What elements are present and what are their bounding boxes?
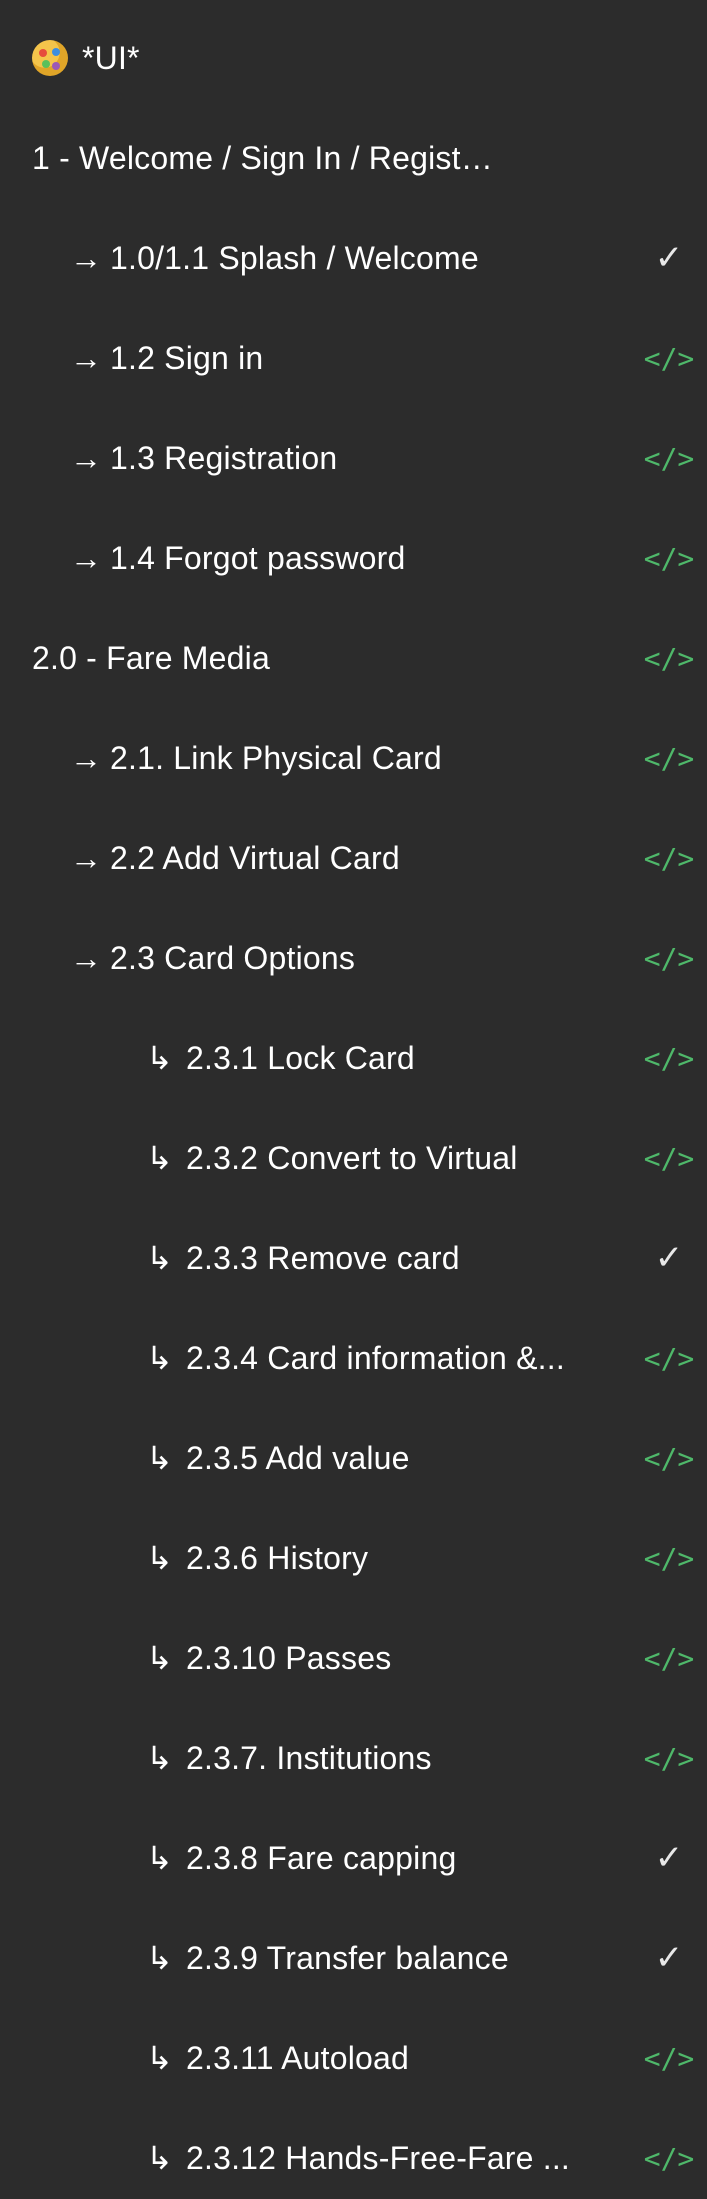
page-label: 1.4 Forgot password — [110, 539, 406, 576]
page-item-add-virtual-card[interactable]: → 2.2 Add Virtual Card </> — [0, 808, 707, 908]
code-icon: </> — [643, 2041, 695, 2075]
code-icon: </> — [643, 941, 695, 975]
code-icon: </> — [643, 341, 695, 375]
sub-arrow-icon: ↳ — [146, 1740, 173, 1776]
arrow-right-icon: → — [70, 739, 102, 776]
code-icon: </> — [643, 641, 695, 675]
page-label: 2.3.12 Hands-Free-Fare ... — [186, 2139, 571, 2176]
pages-panel: *UI* 1 - Welcome / Sign In / Registratio… — [0, 0, 707, 2199]
sub-arrow-icon: ↳ — [146, 1340, 173, 1376]
arrow-right-icon: → — [70, 339, 102, 376]
page-header-ui[interactable]: *UI* — [0, 8, 707, 108]
sub-arrow-icon: ↳ — [146, 1240, 173, 1276]
page-item-registration[interactable]: → 1.3 Registration </> — [0, 408, 707, 508]
arrow-right-icon: → — [70, 239, 102, 276]
code-icon: </> — [643, 1741, 695, 1775]
code-icon: </> — [643, 1141, 695, 1175]
sub-arrow-icon: ↳ — [146, 1040, 173, 1076]
page-item-convert-to-virtual[interactable]: ↳ 2.3.2 Convert to Virtual </> — [0, 1108, 707, 1208]
page-label: 2.3.11 Autoload — [186, 2039, 410, 2076]
page-item-hands-free-fare[interactable]: ↳ 2.3.12 Hands-Free-Fare ... </> — [0, 2108, 707, 2199]
page-item-passes[interactable]: ↳ 2.3.10 Passes </> — [0, 1608, 707, 1708]
page-label: 2.2 Add Virtual Card — [110, 839, 400, 876]
section-fare-media[interactable]: 2.0 - Fare Media </> — [0, 608, 707, 708]
arrow-right-icon: → — [70, 839, 102, 876]
section-welcome[interactable]: 1 - Welcome / Sign In / Registration — [0, 108, 707, 208]
page-item-link-physical-card[interactable]: → 2.1. Link Physical Card </> — [0, 708, 707, 808]
code-icon: </> — [643, 741, 695, 775]
code-icon: </> — [643, 1541, 695, 1575]
code-icon: </> — [643, 2141, 695, 2175]
page-label: 2.3.5 Add value — [186, 1439, 410, 1476]
page-label: 1.2 Sign in — [110, 339, 264, 376]
palette-icon — [32, 40, 68, 76]
page-item-splash-welcome[interactable]: → 1.0/1.1 Splash / Welcome ✓ — [0, 208, 707, 308]
sub-arrow-icon: ↳ — [146, 1440, 173, 1476]
arrow-right-icon: → — [70, 939, 102, 976]
page-label: 1.0/1.1 Splash / Welcome — [110, 239, 479, 276]
page-item-transfer-balance[interactable]: ↳ 2.3.9 Transfer balance ✓ — [0, 1908, 707, 2008]
page-label: 2.3.7. Institutions — [186, 1739, 432, 1776]
page-item-add-value[interactable]: ↳ 2.3.5 Add value </> — [0, 1408, 707, 1508]
page-label: 2.3.3 Remove card — [186, 1239, 460, 1276]
page-label: 2.3.4 Card information &... — [186, 1339, 565, 1376]
page-label: 2.3.9 Transfer balance — [186, 1939, 509, 1976]
code-icon: </> — [643, 841, 695, 875]
code-icon: </> — [643, 1041, 695, 1075]
page-label: 2.3.1 Lock Card — [186, 1039, 415, 1076]
page-item-fare-capping[interactable]: ↳ 2.3.8 Fare capping ✓ — [0, 1808, 707, 1908]
page-label: 2.3.10 Passes — [186, 1639, 392, 1676]
page-label: 2.3.6 History — [186, 1539, 369, 1576]
arrow-right-icon: → — [70, 439, 102, 476]
page-item-institutions[interactable]: ↳ 2.3.7. Institutions </> — [0, 1708, 707, 1808]
code-icon: </> — [643, 541, 695, 575]
page-label: 2.3 Card Options — [110, 939, 356, 976]
check-icon: ✓ — [654, 1938, 684, 1978]
page-item-remove-card[interactable]: ↳ 2.3.3 Remove card ✓ — [0, 1208, 707, 1308]
sub-arrow-icon: ↳ — [146, 1540, 173, 1576]
sub-arrow-icon: ↳ — [146, 1640, 173, 1676]
page-label: 2.1. Link Physical Card — [110, 739, 442, 776]
section-label: 2.0 - Fare Media — [32, 639, 270, 676]
page-item-history[interactable]: ↳ 2.3.6 History </> — [0, 1508, 707, 1608]
sub-arrow-icon: ↳ — [146, 1140, 173, 1176]
page-title: *UI* — [82, 39, 140, 76]
sub-arrow-icon: ↳ — [146, 1940, 173, 1976]
sub-arrow-icon: ↳ — [146, 1840, 173, 1876]
code-icon: </> — [643, 1641, 695, 1675]
page-label: 2.3.2 Convert to Virtual — [186, 1139, 518, 1176]
code-icon: </> — [643, 441, 695, 475]
page-label: 2.3.8 Fare capping — [186, 1839, 457, 1876]
check-icon: ✓ — [654, 1838, 684, 1878]
check-icon: ✓ — [654, 1238, 684, 1278]
page-item-card-information[interactable]: ↳ 2.3.4 Card information &... </> — [0, 1308, 707, 1408]
page-item-forgot-password[interactable]: → 1.4 Forgot password </> — [0, 508, 707, 608]
page-item-lock-card[interactable]: ↳ 2.3.1 Lock Card </> — [0, 1008, 707, 1108]
page-item-autoload[interactable]: ↳ 2.3.11 Autoload </> — [0, 2008, 707, 2108]
sub-arrow-icon: ↳ — [146, 2040, 173, 2076]
page-item-card-options[interactable]: → 2.3 Card Options </> — [0, 908, 707, 1008]
code-icon: </> — [643, 1341, 695, 1375]
section-label: 1 - Welcome / Sign In / Registration — [32, 139, 502, 176]
page-item-sign-in[interactable]: → 1.2 Sign in </> — [0, 308, 707, 408]
sub-arrow-icon: ↳ — [146, 2140, 173, 2176]
page-label: 1.3 Registration — [110, 439, 338, 476]
arrow-right-icon: → — [70, 539, 102, 576]
code-icon: </> — [643, 1441, 695, 1475]
check-icon: ✓ — [654, 238, 684, 278]
